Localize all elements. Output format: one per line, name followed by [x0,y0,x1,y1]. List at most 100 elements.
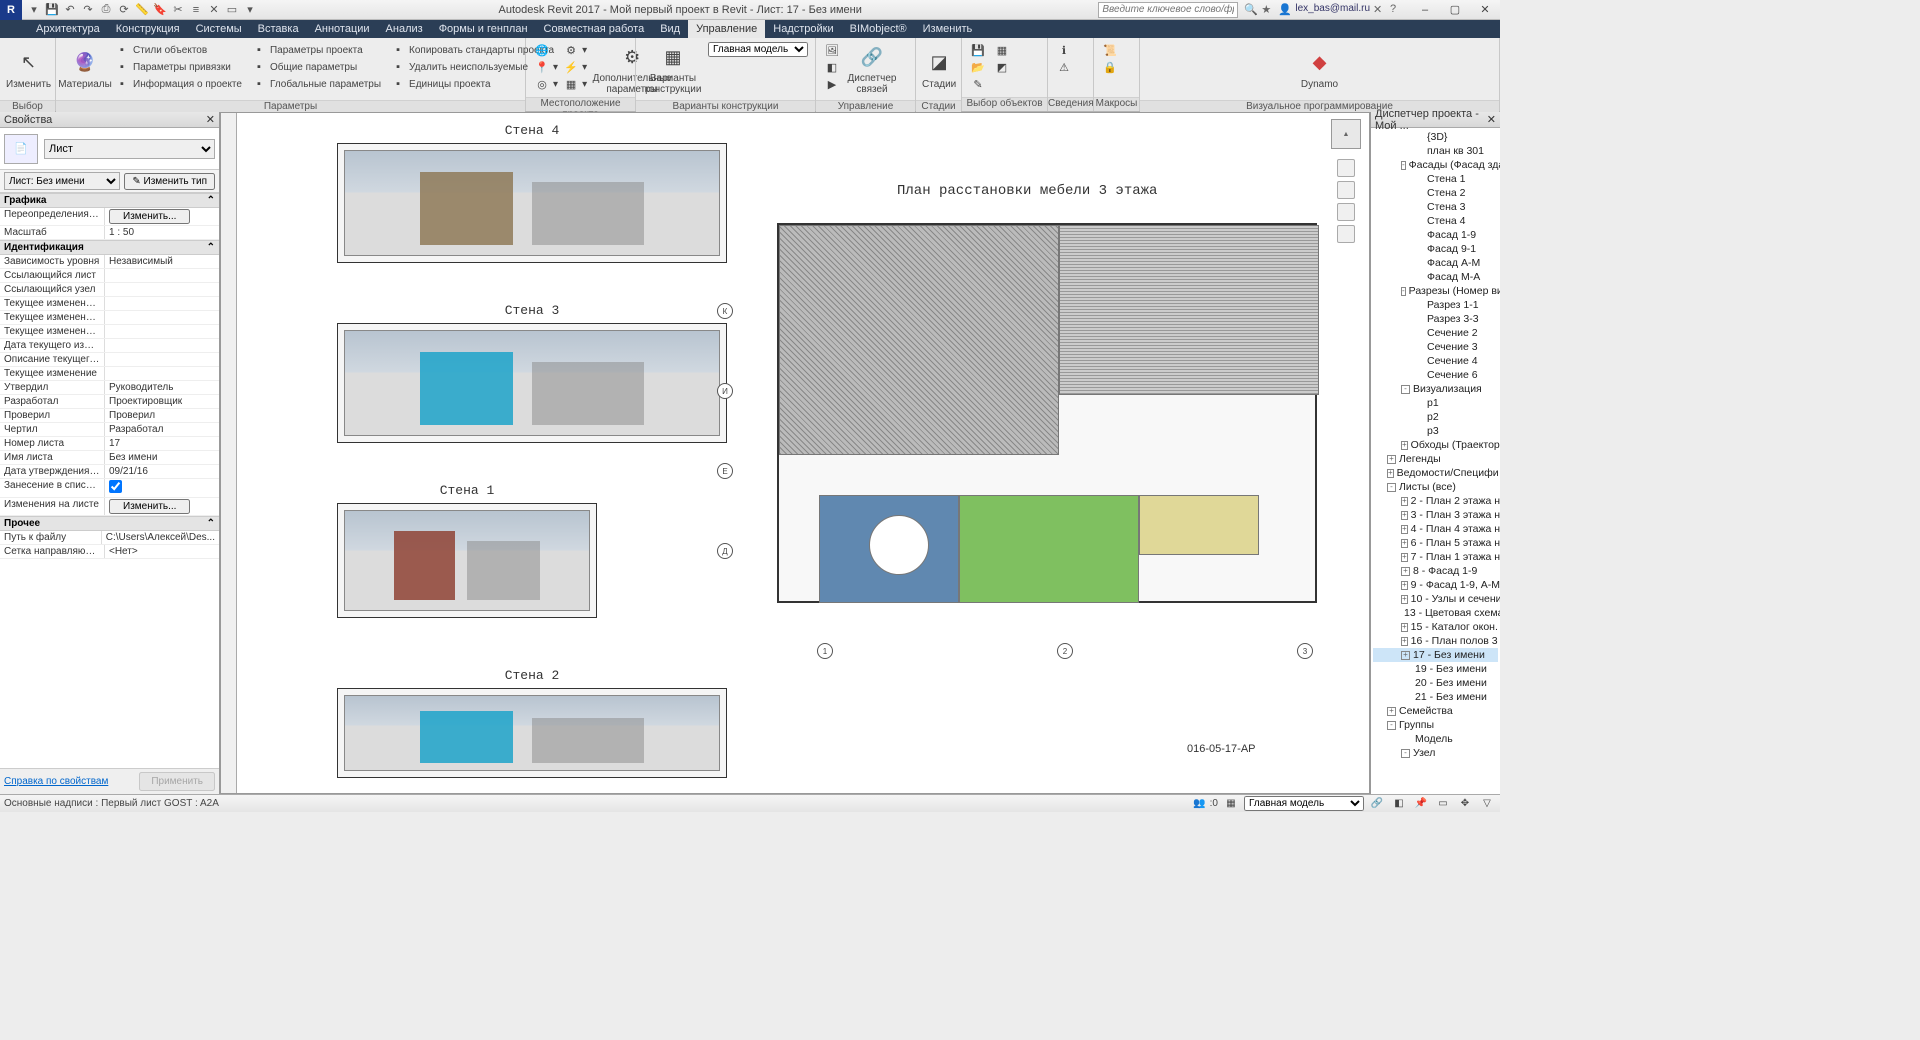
select-links-icon[interactable]: 🔗 [1368,797,1386,811]
tree-item[interactable]: +9 - Фасад 1-9, А-М, [1373,578,1498,592]
qat-section-icon[interactable]: ✂ [170,2,186,18]
property-checkbox[interactable] [109,480,122,493]
help-icon[interactable]: ? [1390,3,1404,17]
grid-bubble[interactable]: 2 [1057,643,1073,659]
qat-tag-icon[interactable]: 🔖 [152,2,168,18]
property-row[interactable]: Дата утверждения ли...09/21/16 [0,465,219,479]
property-row[interactable]: ЧертилРазработал [0,423,219,437]
tab-совместная работа[interactable]: Совместная работа [536,20,653,38]
tree-item[interactable]: Фасад 1-9 [1373,228,1498,242]
grid-bubble[interactable]: Д [717,543,733,559]
select-underlay-icon[interactable]: ◧ [1390,797,1408,811]
infocenter-icon[interactable]: 🔍 [1244,3,1258,17]
tree-item[interactable]: Стена 3 [1373,200,1498,214]
tree-item[interactable]: +8 - Фасад 1-9 [1373,564,1498,578]
property-edit-button[interactable]: Изменить... [109,209,190,224]
tab-формы и генплан[interactable]: Формы и генплан [431,20,536,38]
manage-images-button[interactable]: 🖼 [822,42,842,58]
coordinates-button[interactable]: 📍▾ [532,59,561,75]
instance-dropdown[interactable]: Лист: Без имени [4,172,120,190]
properties-help-link[interactable]: Справка по свойствам [4,776,108,787]
qat-sync-icon[interactable]: ⟳ [116,2,132,18]
tree-item[interactable]: р2 [1373,410,1498,424]
ids-button[interactable]: ℹ [1054,42,1074,58]
tree-toggle-icon[interactable]: + [1401,623,1408,632]
property-row[interactable]: Текущее изменение [0,367,219,381]
property-row[interactable]: Дата текущего измен... [0,339,219,353]
tree-item[interactable]: -Группы [1373,718,1498,732]
settings-item[interactable]: ▪Глобальные параметры [249,76,384,92]
tree-item[interactable]: Сечение 2 [1373,326,1498,340]
view-cube[interactable]: ▲ [1331,119,1361,149]
dynamo-button[interactable]: ◆Dynamo [1290,40,1350,98]
drawing-area[interactable]: ▲ План расстановки мебели 3 этажа 016-05… [220,112,1370,794]
manage-links-button[interactable]: 🔗Диспетчер связей [844,40,900,98]
qat-undo-icon[interactable]: ↶ [62,2,78,18]
qat-thin-icon[interactable]: ≡ [188,2,204,18]
property-row[interactable]: Описание текущего ... [0,353,219,367]
tab-архитектура[interactable]: Архитектура [28,20,108,38]
tree-toggle-icon[interactable]: + [1401,553,1408,562]
app-menu-icon[interactable]: R [0,0,22,20]
tree-item[interactable]: +16 - План полов 3 э [1373,634,1498,648]
close-button[interactable]: ✕ [1470,0,1500,20]
signin-icon[interactable]: 👤 [1278,3,1292,17]
properties-category[interactable]: Прочее⌃ [0,516,219,531]
position-button[interactable]: ◎▾ [532,76,561,92]
tree-item[interactable]: +3 - План 3 этажа на [1373,508,1498,522]
select-face-icon[interactable]: ▭ [1434,797,1452,811]
tree-item[interactable]: Разрез 1-1 [1373,298,1498,312]
property-row[interactable]: Зависимость уровняНезависимый [0,255,219,269]
property-row[interactable]: Текущее изменение ... [0,325,219,339]
grid-bubble[interactable]: 1 [817,643,833,659]
tab-анализ[interactable]: Анализ [378,20,431,38]
tree-item[interactable]: -Листы (все) [1373,480,1498,494]
worksets-icon[interactable]: 👥 [1193,798,1205,809]
tree-item[interactable]: -Узел [1373,746,1498,760]
exchange-icon[interactable]: ✕ [1373,3,1387,17]
tree-item[interactable]: 21 - Без имени [1373,690,1498,704]
grid-bubble[interactable]: И [717,383,733,399]
elevation-view[interactable] [337,143,727,263]
floor-plan-view[interactable] [777,223,1317,603]
properties-close-icon[interactable]: ✕ [206,113,215,126]
property-row[interactable]: Ссылающийся узел [0,283,219,297]
steering-wheel-icon[interactable] [1337,159,1355,177]
property-row[interactable]: Текущее изменение ... [0,311,219,325]
tree-item[interactable]: Сечение 6 [1373,368,1498,382]
settings-item[interactable]: ▪Стили объектов [112,42,245,58]
qat-redo-icon[interactable]: ↷ [80,2,96,18]
maximize-button[interactable]: ▢ [1440,0,1470,20]
tree-toggle-icon[interactable]: + [1401,511,1408,520]
load-selection-button[interactable]: 📂 [968,59,988,75]
grid-bubble[interactable]: К [717,303,733,319]
tree-toggle-icon[interactable]: + [1387,455,1396,464]
tree-toggle-icon[interactable]: + [1401,539,1408,548]
warnings-button[interactable]: ⚠ [1054,59,1074,75]
qat-save-icon[interactable]: 💾 [44,2,60,18]
tree-item[interactable]: 20 - Без имени [1373,676,1498,690]
tree-item[interactable]: +2 - План 2 этажа на [1373,494,1498,508]
tree-toggle-icon[interactable]: + [1401,637,1408,646]
tree-item[interactable]: Стена 1 [1373,172,1498,186]
tree-item[interactable]: +4 - План 4 этажа на [1373,522,1498,536]
filter-icon[interactable]: ▽ [1478,797,1496,811]
tree-toggle-icon[interactable]: - [1387,721,1396,730]
property-row[interactable]: Переопределения ви...Изменить... [0,208,219,226]
user-label[interactable]: lex_bas@mail.ru [1295,3,1370,17]
modify-button[interactable]: ↖Изменить [4,40,53,98]
tree-toggle-icon[interactable]: + [1401,497,1408,506]
sheet-canvas[interactable]: ▲ План расстановки мебели 3 этажа 016-05… [237,113,1369,777]
subscription-icon[interactable]: ★ [1261,3,1275,17]
tree-item[interactable]: Стена 2 [1373,186,1498,200]
materials-button[interactable]: 🔮Материалы [60,40,110,98]
qat-measure-icon[interactable]: 📏 [134,2,150,18]
design-options-button[interactable]: ▦Варианты конструкции [640,40,706,98]
property-row[interactable]: Номер листа17 [0,437,219,451]
browser-close-icon[interactable]: ✕ [1487,113,1496,126]
location-button[interactable]: 🌐 [532,42,561,58]
tab-вставка[interactable]: Вставка [250,20,307,38]
tree-item[interactable]: Разрез 3-3 [1373,312,1498,326]
tree-toggle-icon[interactable]: + [1387,469,1394,478]
tree-item[interactable]: -Разрезы (Номер вид [1373,284,1498,298]
